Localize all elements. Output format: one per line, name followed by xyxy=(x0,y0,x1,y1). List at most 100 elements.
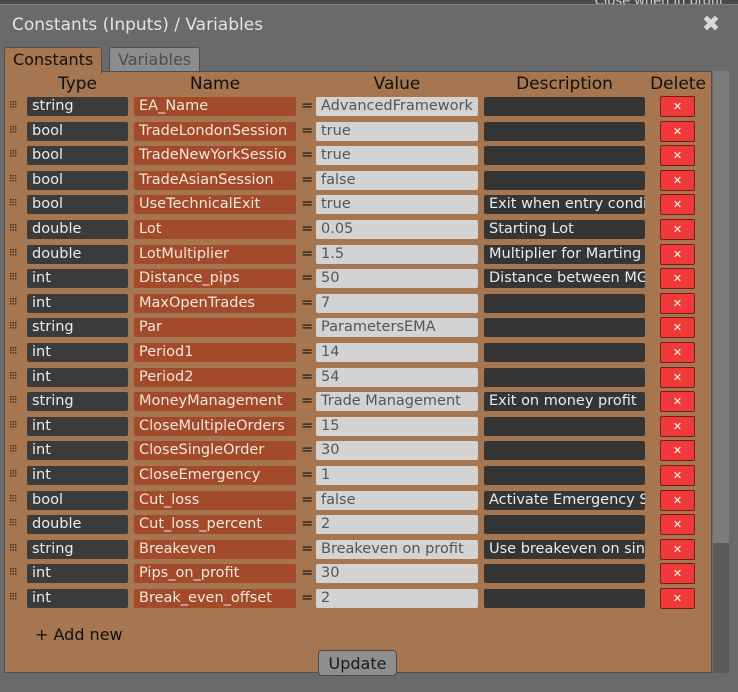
delete-button[interactable]: ✕ xyxy=(660,317,695,339)
name-field[interactable]: Cut_loss_percent xyxy=(134,515,296,535)
type-field[interactable]: int xyxy=(27,293,128,313)
drag-handle-icon[interactable]: ⁝⁝⁝ xyxy=(9,393,25,406)
name-field[interactable]: Par xyxy=(134,318,296,338)
type-field[interactable]: string xyxy=(27,392,128,412)
value-field[interactable]: false xyxy=(316,170,478,190)
add-new-button[interactable]: + Add new xyxy=(35,625,123,644)
type-field[interactable]: int xyxy=(27,367,128,387)
type-field[interactable]: string xyxy=(27,539,128,559)
type-field[interactable]: string xyxy=(27,318,128,338)
type-field[interactable]: double xyxy=(27,220,128,239)
drag-handle-icon[interactable]: ⁝⁝⁝ xyxy=(9,98,25,111)
drag-handle-icon[interactable]: ⁝⁝⁝ xyxy=(9,492,25,505)
drag-handle-icon[interactable]: ⁝⁝⁝ xyxy=(9,590,25,603)
drag-handle-icon[interactable]: ⁝⁝⁝ xyxy=(9,196,25,209)
name-field[interactable]: Period2 xyxy=(134,367,296,387)
drag-handle-icon[interactable]: ⁝⁝⁝ xyxy=(9,369,25,382)
delete-button[interactable]: ✕ xyxy=(660,538,695,560)
delete-button[interactable]: ✕ xyxy=(660,120,695,142)
delete-button[interactable]: ✕ xyxy=(660,169,695,191)
name-field[interactable]: CloseMultipleOrders xyxy=(134,416,296,436)
tab-variables[interactable]: Variables xyxy=(109,47,201,72)
description-field[interactable] xyxy=(484,441,645,461)
name-field[interactable]: TradeLondonSession xyxy=(134,121,296,141)
type-field[interactable]: bool xyxy=(27,170,128,190)
value-field[interactable]: 0.05 xyxy=(316,220,478,239)
name-field[interactable]: MaxOpenTrades xyxy=(134,293,296,313)
name-field[interactable]: UseTechnicalExit xyxy=(134,195,296,215)
type-field[interactable]: double xyxy=(27,244,128,264)
value-field[interactable]: 54 xyxy=(316,367,478,387)
name-field[interactable]: CloseSingleOrder xyxy=(134,441,296,461)
name-field[interactable]: TradeAsianSession xyxy=(134,170,296,190)
name-field[interactable]: Period1 xyxy=(134,343,296,362)
value-field[interactable]: true xyxy=(316,195,478,215)
delete-button[interactable]: ✕ xyxy=(660,342,695,363)
drag-handle-icon[interactable]: ⁝⁝⁝ xyxy=(9,467,25,480)
delete-button[interactable]: ✕ xyxy=(660,391,695,413)
drag-handle-icon[interactable]: ⁝⁝⁝ xyxy=(9,246,25,259)
name-field[interactable]: Lot xyxy=(134,220,296,239)
drag-handle-icon[interactable]: ⁝⁝⁝ xyxy=(9,123,25,136)
value-field[interactable]: 2 xyxy=(316,515,478,535)
close-icon[interactable]: ✖ xyxy=(700,14,722,36)
description-field[interactable]: Multiplier for Marting xyxy=(484,244,645,264)
delete-button[interactable]: ✕ xyxy=(660,243,695,265)
drag-handle-icon[interactable]: ⁝⁝⁝ xyxy=(9,172,25,185)
name-field[interactable]: Distance_pips xyxy=(134,269,296,289)
description-field[interactable]: Use breakeven on sin xyxy=(484,539,645,559)
delete-button[interactable]: ✕ xyxy=(660,563,695,585)
delete-button[interactable]: ✕ xyxy=(660,219,695,240)
description-field[interactable] xyxy=(484,367,645,387)
description-field[interactable]: Starting Lot xyxy=(484,220,645,239)
delete-button[interactable]: ✕ xyxy=(660,514,695,536)
delete-button[interactable]: ✕ xyxy=(660,268,695,290)
value-field[interactable]: true xyxy=(316,121,478,141)
name-field[interactable]: TradeNewYorkSessio xyxy=(134,146,296,166)
type-field[interactable]: bool xyxy=(27,121,128,141)
description-field[interactable]: Activate Emergency S xyxy=(484,490,645,510)
type-field[interactable]: int xyxy=(27,269,128,289)
drag-handle-icon[interactable]: ⁝⁝⁝ xyxy=(9,344,25,357)
name-field[interactable]: MoneyManagement xyxy=(134,392,296,412)
drag-handle-icon[interactable]: ⁝⁝⁝ xyxy=(9,270,25,283)
dialog-titlebar[interactable]: Constants (Inputs) / Variables ✖ xyxy=(0,5,738,45)
drag-handle-icon[interactable]: ⁝⁝⁝ xyxy=(9,221,25,234)
value-field[interactable]: 50 xyxy=(316,269,478,289)
value-field[interactable]: AdvancedFramework xyxy=(316,97,478,116)
drag-handle-icon[interactable]: ⁝⁝⁝ xyxy=(9,565,25,578)
value-field[interactable]: ParametersEMA xyxy=(316,318,478,338)
name-field[interactable]: CloseEmergency xyxy=(134,466,296,485)
type-field[interactable]: int xyxy=(27,441,128,461)
delete-button[interactable]: ✕ xyxy=(660,440,695,462)
description-field[interactable] xyxy=(484,121,645,141)
name-field[interactable]: Pips_on_profit xyxy=(134,564,296,584)
value-field[interactable]: 7 xyxy=(316,293,478,313)
name-field[interactable]: LotMultiplier xyxy=(134,244,296,264)
value-field[interactable]: 14 xyxy=(316,343,478,362)
description-field[interactable] xyxy=(484,146,645,166)
name-field[interactable]: Break_even_offset xyxy=(134,589,296,608)
drag-handle-icon[interactable]: ⁝⁝⁝ xyxy=(9,147,25,160)
type-field[interactable]: bool xyxy=(27,146,128,166)
scrollbar-thumb[interactable] xyxy=(713,543,729,673)
drag-handle-icon[interactable]: ⁝⁝⁝ xyxy=(9,516,25,529)
delete-button[interactable]: ✕ xyxy=(660,415,695,437)
delete-button[interactable]: ✕ xyxy=(660,145,695,167)
description-field[interactable] xyxy=(484,515,645,535)
value-field[interactable]: 30 xyxy=(316,564,478,584)
description-field[interactable]: Distance between MG xyxy=(484,269,645,289)
drag-handle-icon[interactable]: ⁝⁝⁝ xyxy=(9,541,25,554)
value-field[interactable]: Trade Management xyxy=(316,392,478,412)
delete-button[interactable]: ✕ xyxy=(660,194,695,216)
type-field[interactable]: int xyxy=(27,466,128,485)
value-field[interactable]: 15 xyxy=(316,416,478,436)
type-field[interactable]: string xyxy=(27,97,128,116)
type-field[interactable]: int xyxy=(27,589,128,608)
value-field[interactable]: 1 xyxy=(316,466,478,485)
type-field[interactable]: bool xyxy=(27,490,128,510)
description-field[interactable] xyxy=(484,293,645,313)
drag-handle-icon[interactable]: ⁝⁝⁝ xyxy=(9,442,25,455)
type-field[interactable]: int xyxy=(27,564,128,584)
description-field[interactable] xyxy=(484,564,645,584)
